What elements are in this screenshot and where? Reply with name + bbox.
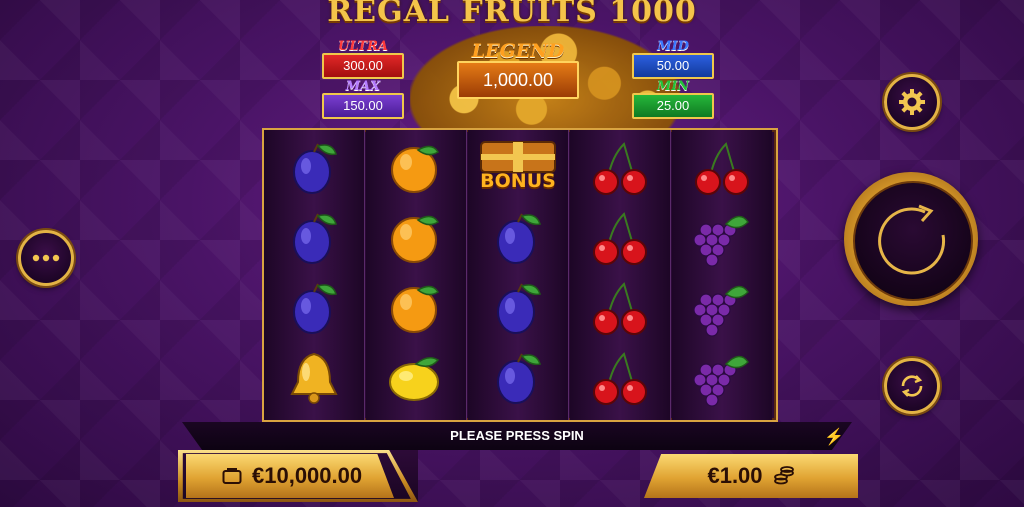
reel-symbol-grapes — [672, 344, 772, 414]
jackpot-mid-value: 50.00 — [632, 53, 714, 79]
jackpot-legend: LEGEND 1,000.00 — [457, 40, 579, 99]
reel-symbol-orange — [366, 204, 466, 274]
reel-symbol-orange — [366, 134, 466, 204]
jackpot-mid: MID 50.00 — [632, 39, 714, 79]
wallet-icon — [222, 468, 242, 484]
jackpot-mid-label: MID — [657, 39, 689, 54]
coin-stack-icon — [773, 466, 794, 485]
bet-amount: €1.00 — [707, 463, 763, 488]
spin-button-face[interactable] — [853, 181, 973, 301]
status-bar: PLEASE PRESS SPIN ⚡ — [182, 422, 852, 450]
reel-symbol-plum — [468, 344, 568, 414]
reel-symbol-plum — [264, 204, 364, 274]
jackpot-min-value: 25.00 — [632, 93, 714, 119]
reel-symbol-cherry — [570, 204, 670, 274]
reel-symbol-plum — [264, 134, 364, 204]
reel-symbol-bell — [264, 344, 364, 414]
jackpot-ultra: ULTRA 300.00 — [322, 39, 404, 79]
more-dots-icon — [32, 254, 60, 262]
jackpot-legend-label: LEGEND — [471, 40, 565, 62]
game-title: REGAL FRUITS 1000 — [327, 0, 697, 29]
autoplay-icon — [901, 375, 923, 397]
reel-symbol-plum — [468, 274, 568, 344]
reel-symbol-bonus: BONUS — [468, 134, 568, 204]
bonus-label: BONUS — [480, 170, 556, 192]
reel-symbol-lemon — [366, 344, 466, 414]
reel-symbol-cherry — [570, 274, 670, 344]
balance-display: €10,000.00 — [186, 454, 394, 498]
balance-panel: €10,000.00 — [178, 450, 418, 502]
menu-button[interactable] — [18, 230, 74, 286]
reel-symbol-orange — [366, 274, 466, 344]
spin-arrow-icon — [878, 204, 946, 275]
gear-icon — [899, 89, 925, 115]
reel-symbol-grapes — [672, 204, 772, 274]
jackpot-min-label: MIN — [656, 79, 690, 94]
bet-display[interactable]: €1.00 — [644, 454, 858, 498]
jackpot-min: MIN 25.00 — [632, 79, 714, 119]
reel-grid: BONUS — [262, 128, 778, 422]
balance-amount: €10,000.00 — [252, 463, 363, 488]
reel-symbol-grapes — [672, 274, 772, 344]
jackpot-ultra-label: ULTRA — [338, 39, 388, 54]
jackpot-ultra-value: 300.00 — [322, 53, 404, 79]
bet-panel[interactable]: €1.00 — [622, 450, 860, 502]
status-message: PLEASE PRESS SPIN — [450, 428, 584, 443]
reel-symbol-plum — [264, 274, 364, 344]
reel-symbol-cherry — [570, 134, 670, 204]
jackpot-max-value: 150.00 — [322, 93, 404, 119]
reel-symbol-plum — [468, 204, 568, 274]
spin-button[interactable] — [844, 172, 978, 306]
autoplay-button[interactable] — [884, 358, 940, 414]
reel-symbol-cherry — [672, 134, 772, 204]
jackpot-max: MAX 150.00 — [322, 79, 404, 119]
settings-button[interactable] — [884, 74, 940, 130]
jackpot-max-label: MAX — [345, 79, 381, 94]
reel-symbol-cherry — [570, 344, 670, 414]
jackpot-legend-value: 1,000.00 — [457, 61, 579, 99]
